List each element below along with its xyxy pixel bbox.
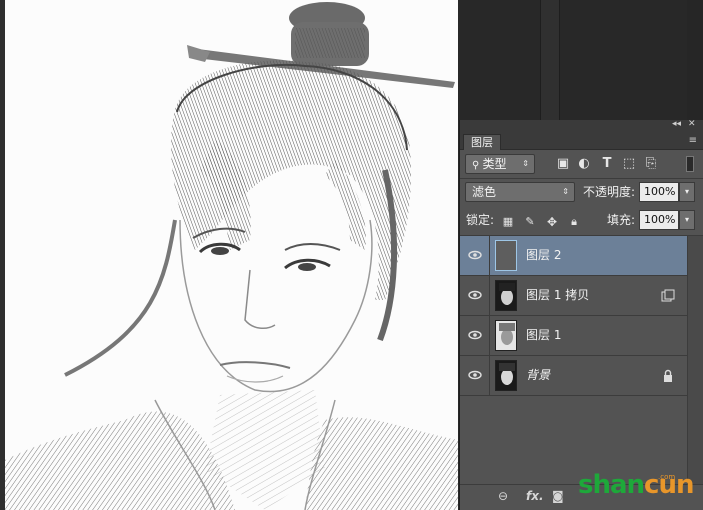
- visibility-toggle[interactable]: [460, 316, 490, 355]
- filter-kind-label: 类型: [482, 157, 507, 171]
- watermark-logo: shancun: [578, 470, 694, 500]
- shape-filter-icon[interactable]: ⬚: [621, 156, 637, 172]
- layer-row-layer-2[interactable]: 图层 2: [460, 236, 687, 276]
- close-icon[interactable]: ✕: [688, 119, 696, 129]
- eye-icon: [468, 330, 482, 340]
- layer-name[interactable]: 图层 1 拷贝: [526, 276, 589, 315]
- layer-row-layer-1[interactable]: 图层 1: [460, 316, 687, 356]
- layer-name[interactable]: 图层 2: [526, 236, 561, 275]
- filter-row: ⚲ 类型 ⇕ ▣ ◐ T ⬚ ⎘: [460, 152, 703, 178]
- layer-thumbnail[interactable]: [495, 360, 517, 391]
- blend-mode-value: 滤色: [472, 185, 497, 199]
- layer-thumbnail[interactable]: [495, 240, 517, 271]
- filter-toggle[interactable]: [686, 156, 694, 172]
- lock-label: 锁定:: [466, 213, 495, 227]
- visibility-toggle[interactable]: [460, 236, 490, 275]
- lock-position-move-icon[interactable]: ✥: [544, 214, 560, 230]
- portrait-thumb: [499, 283, 515, 305]
- lock-row: 锁定: ▦ ✎ ✥ 🔒︎ 填充: 100% ▾: [460, 208, 703, 234]
- blend-mode-dropdown[interactable]: 滤色 ⇕: [465, 182, 575, 202]
- pixel-filter-icon[interactable]: ▣: [555, 156, 571, 172]
- workspace-gap: [458, 0, 703, 120]
- layer-row-layer-1-copy[interactable]: 图层 1 拷贝: [460, 276, 687, 316]
- watermark-suffix: .com: [658, 473, 676, 481]
- smartobject-filter-icon[interactable]: ⎘: [643, 156, 659, 172]
- lock-icon: [664, 369, 672, 382]
- lock-transparent-icon[interactable]: ▦: [500, 214, 516, 230]
- lock-image-brush-icon[interactable]: ✎: [522, 214, 538, 230]
- panel-tabbar: 图层 ≡: [460, 132, 703, 150]
- dropdown-arrow-icon: ⇕: [522, 159, 529, 168]
- smart-object-icon: [661, 289, 675, 302]
- fx-icon[interactable]: fx.: [526, 489, 544, 503]
- dock-edge: [687, 0, 703, 120]
- adjustment-filter-icon[interactable]: ◐: [576, 156, 592, 172]
- layers-scrollbar[interactable]: [687, 236, 703, 484]
- eye-icon: [468, 290, 482, 300]
- type-filter-icon[interactable]: T: [599, 156, 615, 172]
- divider: [460, 178, 703, 179]
- portrait-thumb: [499, 363, 515, 385]
- panel-menu-icon[interactable]: ≡: [689, 135, 697, 146]
- opacity-label: 不透明度:: [583, 185, 636, 199]
- fill-label: 填充:: [607, 213, 636, 227]
- opacity-dropdown-icon[interactable]: ▾: [679, 182, 695, 202]
- link-layers-icon[interactable]: ⊖: [498, 489, 508, 503]
- lock-all-icon[interactable]: 🔒︎: [566, 214, 582, 230]
- add-mask-icon[interactable]: ◙: [552, 489, 564, 503]
- layer-thumbnail[interactable]: [495, 320, 517, 351]
- eye-icon: [468, 250, 482, 260]
- fill-dropdown-icon[interactable]: ▾: [679, 210, 695, 230]
- canvas-area: [0, 0, 458, 510]
- portrait-thumb: [499, 323, 515, 345]
- filter-kind-dropdown[interactable]: ⚲ 类型 ⇕: [465, 154, 535, 174]
- layer-thumbnail[interactable]: [495, 280, 517, 311]
- layer-name[interactable]: 图层 1: [526, 316, 561, 355]
- fill-input[interactable]: 100%: [639, 210, 679, 230]
- panel-titlebar: ◂◂ ✕: [460, 119, 703, 132]
- eye-icon: [468, 370, 482, 380]
- layer-row-background[interactable]: 背景: [460, 356, 687, 396]
- opacity-input[interactable]: 100%: [639, 182, 679, 202]
- visibility-toggle[interactable]: [460, 356, 490, 395]
- document-image[interactable]: [5, 0, 458, 510]
- dropdown-arrow-icon: ⇕: [562, 187, 569, 196]
- watermark-part-a: shan: [578, 470, 645, 500]
- visibility-toggle[interactable]: [460, 276, 490, 315]
- sketch-portrait: [5, 2, 458, 510]
- layer-name[interactable]: 背景: [526, 356, 550, 395]
- tab-layers[interactable]: 图层: [463, 134, 501, 150]
- search-icon: ⚲: [472, 160, 483, 171]
- panel-dock-strip[interactable]: [540, 0, 560, 120]
- blend-row: 滤色 ⇕ 不透明度: 100% ▾: [460, 180, 703, 206]
- collapse-icon[interactable]: ◂◂: [672, 119, 681, 129]
- layers-panel: ◂◂ ✕ 图层 ≡ ⚲ 类型 ⇕ ▣ ◐ T ⬚ ⎘ 滤色 ⇕ 不透明度: 10…: [459, 119, 703, 510]
